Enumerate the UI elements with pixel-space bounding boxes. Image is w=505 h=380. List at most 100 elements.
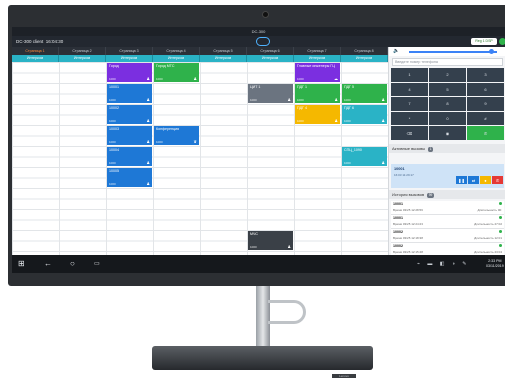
speed-dial-tile[interactable]: ПДГ 4 1000 ♟ (295, 105, 340, 124)
keypad-key[interactable]: * (391, 111, 428, 126)
column-header-1[interactable]: Интерком (12, 55, 59, 62)
history-row[interactable]: 10001 Время 03/25 12:28:56 Длительность 00… (391, 201, 504, 215)
history-row[interactable]: 10001 Время 03/25 12:24:23 Длительность 27… (391, 215, 504, 229)
back-arrow-icon[interactable]: ← (44, 255, 52, 273)
tile-name: 10004 (109, 148, 119, 152)
tile-name: ЦИТ 1 (250, 85, 261, 89)
history-duration: Длительность 00: (477, 208, 502, 212)
tab-page-3[interactable]: Страница 3 (106, 47, 153, 55)
active-call-actions: ❚❚ ⇄ ● ✆ (456, 176, 503, 184)
user-icon: ♟ (146, 139, 150, 144)
tile-name: ПДГ 4 (297, 106, 307, 110)
tile-number: 1000 (109, 77, 116, 81)
volume-slider-knob[interactable] (489, 49, 494, 54)
active-calls-label: Активные вызовы (392, 146, 426, 151)
tab-page-1[interactable]: Страница 1 (12, 47, 59, 55)
tab-page-4[interactable]: Страница 4 (153, 47, 200, 55)
speed-dial-tile[interactable]: ПДГ 6 1000 ♟ (342, 105, 387, 124)
windows-start-icon[interactable]: ⊞ (18, 255, 25, 273)
column-header-2[interactable]: Интерком (59, 55, 106, 62)
column-header-8[interactable]: Интерком (341, 55, 388, 62)
call-button[interactable]: ✆ (467, 126, 504, 140)
tile-name: Город МТС (156, 64, 175, 68)
active-call-name: 10001 (394, 167, 405, 171)
speed-dial-tile[interactable]: ПДГ 1 1000 ♟ (295, 84, 340, 103)
keypad-key[interactable]: ⌫ (391, 126, 428, 140)
speed-dial-tile[interactable]: 10004 1000 ♟ (107, 147, 152, 166)
tile-name: ПДГ 1 (297, 85, 307, 89)
speed-dial-tile[interactable]: ПДГ 5 1000 ♟ (342, 84, 387, 103)
phone-number-input[interactable]: Введите номер телефона (392, 58, 503, 66)
speed-dial-tile[interactable]: Главные инженеры ГЦ 1000 ☁ (295, 63, 340, 82)
keypad-key[interactable]: 2 (429, 68, 466, 82)
tile-name: Город (109, 64, 119, 68)
history-name: 10001 (393, 216, 403, 220)
speed-dial-grid: Город 1000 ♟ Город МТС 1000 ♟ Главные инженеры… (12, 62, 388, 273)
history-name: 10002 (393, 244, 403, 248)
keypad-key[interactable]: ◉ (429, 126, 466, 140)
speed-dial-tile[interactable]: Город 1000 ♟ (107, 63, 152, 82)
keypad-key[interactable]: 7 (391, 97, 428, 111)
incoming-call-icon (499, 202, 502, 205)
speed-dial-tile[interactable]: 10002 1000 ♟ (107, 105, 152, 124)
speed-dial-tile[interactable]: 10005 1000 ♟ (107, 168, 152, 187)
history-row[interactable]: 10002 Время 03/25 12:18:38 Длительность 12… (391, 229, 504, 243)
column-header-7[interactable]: Интерком (294, 55, 341, 62)
task-view-icon[interactable]: ▭ (94, 255, 100, 273)
column-header-5[interactable]: Интерком (200, 55, 247, 62)
tile-number: 1000 (297, 77, 304, 81)
tab-page-6[interactable]: Страница 6 (247, 47, 294, 55)
user-icon: ♟ (287, 97, 291, 102)
column-header-4[interactable]: Интерком (153, 55, 200, 62)
system-tray-icons[interactable]: ⌁ ▬ ◧ ◑ ✎ (417, 255, 470, 273)
cortana-icon[interactable]: ○ (70, 255, 75, 273)
pause-button[interactable]: ❚❚ (456, 176, 467, 184)
speed-dial-tile[interactable]: 10003 1000 ♟ (107, 126, 152, 145)
keypad-key[interactable]: 6 (467, 82, 504, 97)
keypad-key[interactable]: 8 (429, 97, 466, 111)
tab-page-7[interactable]: Страница 7 (294, 47, 341, 55)
tab-page-5[interactable]: Страница 5 (200, 47, 247, 55)
keypad-key[interactable]: 4 (391, 82, 428, 97)
user-icon: ♟ (146, 181, 150, 186)
volume-slider-track[interactable] (409, 51, 497, 53)
history-name: 10001 (393, 202, 403, 206)
keypad-key[interactable]: 5 (429, 82, 466, 97)
keypad-key[interactable]: 9 (467, 97, 504, 111)
tab-page-8[interactable]: Страница 8 (341, 47, 388, 55)
call-history-header: История вызовов 99 (389, 190, 505, 199)
dial-keypad: 1 2 3 4 5 6 7 8 9 * 0 # ⌫ ◉ ✆ (391, 68, 504, 140)
call-history-count-badge: 99 (427, 193, 434, 198)
speed-dial-tile[interactable]: Конференция 1000 ♛ (154, 126, 199, 145)
speed-dial-tile[interactable]: СПЦ_1090 1000 ♟ (342, 147, 387, 166)
speed-dial-tile[interactable]: МЧС 1000 ♟ (248, 231, 293, 250)
active-call-card[interactable]: 10001 16:03 11:29:17 ❚❚ ⇄ ● ✆ (391, 164, 504, 188)
hangup-button[interactable]: ✆ (492, 176, 503, 184)
column-header-6[interactable]: Интерком (247, 55, 294, 62)
speed-dial-tile[interactable]: ЦИТ 1 1000 ♟ (248, 84, 293, 103)
app-logo-icon (256, 37, 270, 46)
keypad-key[interactable]: 3 (467, 68, 504, 82)
page-tabs: Страница 1 Страница 2 Страница 3 Страница 4… (12, 47, 388, 55)
taskbar-clock[interactable]: 2:33 PM 03/11/2019 (486, 259, 504, 269)
history-time: Время 03/25 12:15:48 (393, 250, 423, 254)
client-label: DC-300 client (16, 39, 44, 44)
user-icon: ♟ (334, 97, 338, 102)
tile-name: 10001 (109, 85, 119, 89)
speed-dial-tile[interactable]: 10001 1000 ♟ (107, 84, 152, 103)
keypad-key[interactable]: 1 (391, 68, 428, 82)
history-duration: Длительность 12:01 (474, 236, 502, 240)
keypad-key[interactable]: 0 (429, 111, 466, 126)
tile-name: Главные инженеры ГЦ (297, 64, 335, 68)
hold-button[interactable]: ● (480, 176, 491, 184)
speed-dial-tile[interactable]: Город МТС 1000 ♟ (154, 63, 199, 82)
transfer-button[interactable]: ⇄ (468, 176, 479, 184)
tab-page-2[interactable]: Страница 2 (59, 47, 106, 55)
volume-control[interactable]: 🔈 (389, 47, 505, 56)
keypad-key[interactable]: # (467, 111, 504, 126)
column-header-3[interactable]: Интерком (106, 55, 153, 62)
incoming-call-icon (499, 230, 502, 233)
tile-number: 1000 (344, 161, 351, 165)
user-icon: ♟ (146, 76, 150, 81)
screen: DC-300 DC-300 client 16:04:30 Reg 1 DSP … (12, 27, 505, 273)
